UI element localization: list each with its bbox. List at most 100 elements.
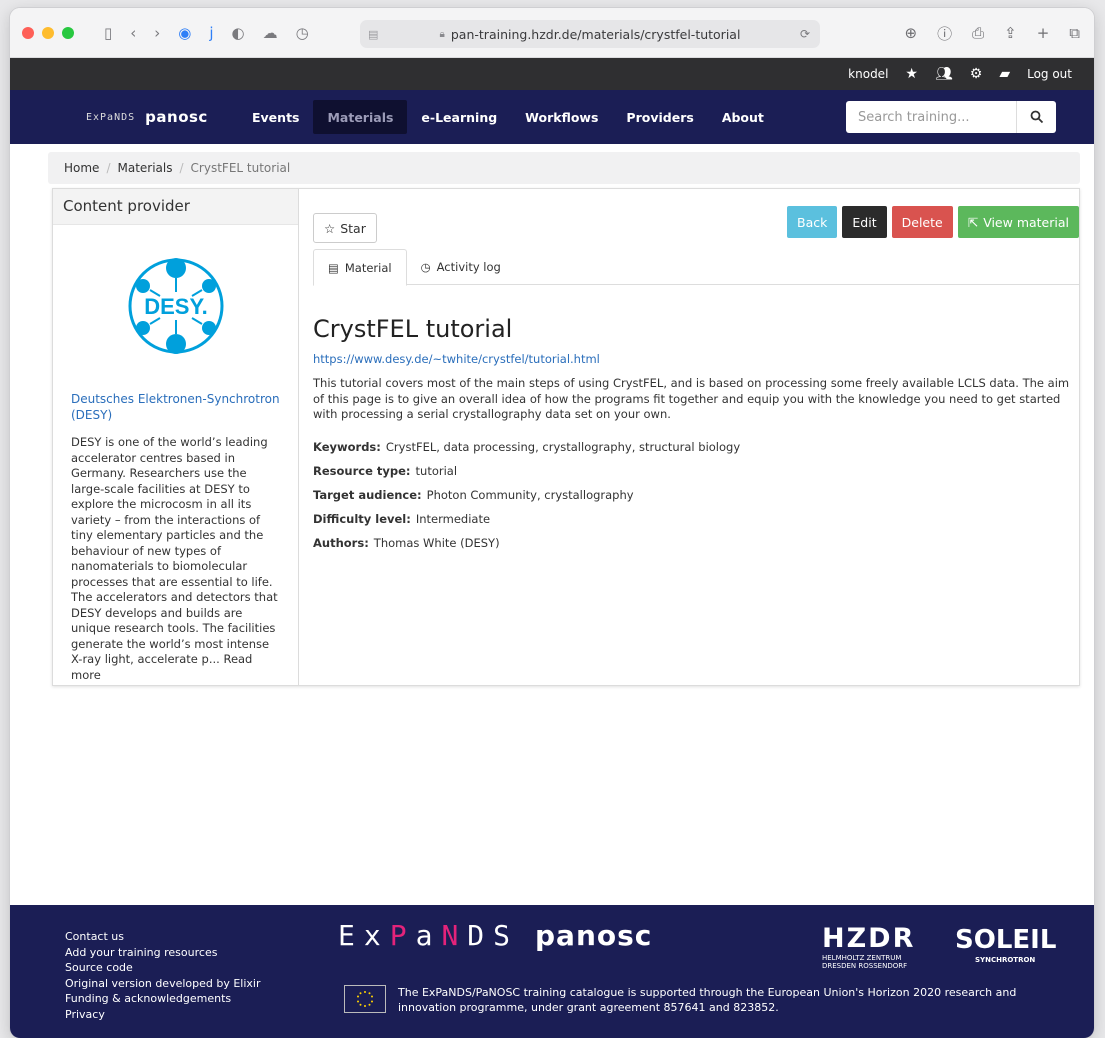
- briefcase-icon[interactable]: ▰: [999, 66, 1010, 82]
- field-label: Resource type:: [313, 464, 411, 478]
- main-navbar: ExPaNDS panosc Events Materials e-Learni…: [10, 90, 1094, 144]
- hzdr-logo-sub1: HELMHOLTZ ZENTRUM: [822, 954, 902, 962]
- info-icon[interactable]: ⓘ: [937, 23, 952, 44]
- field-label: Target audience:: [313, 488, 422, 502]
- nav-item-materials[interactable]: Materials: [313, 100, 408, 134]
- nav-item-providers[interactable]: Providers: [612, 100, 707, 134]
- soleil-logo-text: SOLEIL: [955, 925, 1057, 955]
- delete-button[interactable]: Delete: [891, 206, 953, 238]
- breadcrumb-separator: /: [179, 161, 184, 175]
- gear-icon[interactable]: ⚙: [970, 66, 983, 82]
- star-icon[interactable]: ★: [905, 66, 918, 82]
- history-clock-icon[interactable]: ◷: [296, 24, 309, 42]
- desy-logo-text: DESY.: [144, 294, 208, 319]
- page-menu-icon[interactable]: ▤: [368, 28, 378, 41]
- new-tab-icon[interactable]: +: [1037, 24, 1050, 42]
- eu-flag-icon: [344, 985, 386, 1013]
- tab-overview-icon[interactable]: ⧉: [1069, 24, 1080, 42]
- back-arrow-icon[interactable]: ‹: [130, 24, 136, 42]
- breadcrumb-materials[interactable]: Materials: [117, 161, 172, 175]
- share-icon[interactable]: ⇪: [1004, 24, 1017, 42]
- site-logo[interactable]: ExPaNDS panosc: [86, 102, 216, 132]
- site-footer: Contact us Add your training resources S…: [10, 905, 1094, 1038]
- tab-material[interactable]: ▤ Material: [313, 249, 407, 286]
- provider-name-link[interactable]: Deutsches Elektronen-Synchrotron (DESY): [53, 391, 298, 423]
- field-target-audience: Target audience: Photon Community, cryst…: [313, 483, 740, 507]
- edit-button[interactable]: Edit: [842, 206, 887, 238]
- lock-icon: 🔒︎: [439, 28, 445, 40]
- window-controls: [22, 26, 74, 39]
- footer-link-source-code[interactable]: Source code: [65, 960, 261, 976]
- download-icon[interactable]: ⊕: [905, 24, 918, 42]
- star-button[interactable]: ☆ Star: [313, 213, 377, 243]
- footer-link-add-resources[interactable]: Add your training resources: [65, 945, 261, 961]
- panosc-logo-mini: panosc: [145, 108, 208, 126]
- back-button[interactable]: Back: [787, 206, 838, 238]
- tab-activity-log[interactable]: ◷ Activity log: [407, 249, 515, 284]
- view-material-label: View material: [983, 214, 1069, 230]
- print-icon[interactable]: ⎙: [972, 24, 984, 42]
- breadcrumb-home[interactable]: Home: [64, 161, 99, 175]
- address-text: pan-training.hzdr.de/materials/crystfel-…: [450, 26, 741, 42]
- field-label: Authors:: [313, 536, 369, 550]
- logout-link[interactable]: Log out: [1027, 67, 1072, 81]
- forward-arrow-icon[interactable]: ›: [154, 24, 160, 42]
- panosc-logo[interactable]: panosc: [535, 919, 652, 952]
- field-keywords: Keywords: CrystFEL, data processing, cry…: [313, 435, 740, 459]
- users-icon[interactable]: 👥︎: [935, 66, 953, 82]
- close-window-button[interactable]: [22, 26, 34, 39]
- browser-nav-icons: ▯ ‹ › ◉ j ◐ ☁ ◷: [104, 24, 309, 42]
- nav-item-about[interactable]: About: [708, 100, 778, 134]
- field-value: tutorial: [415, 464, 458, 478]
- zoom-window-button[interactable]: [62, 26, 74, 39]
- extension-shield-icon[interactable]: ◐: [232, 24, 245, 42]
- extension-1password-icon[interactable]: ◉: [178, 24, 191, 42]
- tab-material-label: Material: [344, 260, 392, 275]
- nav-item-workflows[interactable]: Workflows: [511, 100, 612, 134]
- footer-link-privacy[interactable]: Privacy: [65, 1007, 261, 1023]
- field-label: Keywords:: [313, 440, 381, 454]
- search-input[interactable]: [846, 101, 1016, 133]
- field-value: Photon Community, crystallography: [426, 488, 634, 502]
- minimize-window-button[interactable]: [42, 26, 54, 39]
- search-form: [846, 101, 1056, 133]
- desy-logo[interactable]: DESY.: [53, 243, 298, 369]
- breadcrumb-separator: /: [106, 161, 111, 175]
- field-resource-type: Resource type: tutorial: [313, 459, 740, 483]
- user-bar: knodel ★ 👥︎ ⚙ ▰ Log out: [10, 58, 1094, 90]
- material-fields: Keywords: CrystFEL, data processing, cry…: [313, 435, 740, 555]
- book-icon: ▤: [328, 260, 339, 275]
- footer-link-funding[interactable]: Funding & acknowledgements: [65, 991, 261, 1007]
- footer-link-elixir[interactable]: Original version developed by Elixir: [65, 976, 261, 992]
- tab-activity-label: Activity log: [436, 259, 501, 274]
- browser-window: ▯ ‹ › ◉ j ◐ ☁ ◷ ▤ 🔒︎ pan-training.hzdr.d…: [10, 8, 1094, 1038]
- hzdr-logo[interactable]: HZDR HELMHOLTZ ZENTRUM DRESDEN ROSSENDOR…: [822, 923, 915, 970]
- footer-link-contact[interactable]: Contact us: [65, 929, 261, 945]
- material-content: ☆ Star Back Edit Delete ⇱ View material …: [299, 189, 1079, 685]
- view-material-button[interactable]: ⇱ View material: [957, 206, 1079, 238]
- action-buttons: Back Edit Delete ⇱ View material: [787, 206, 1079, 238]
- sidebar-heading: Content provider: [53, 189, 298, 225]
- soleil-logo[interactable]: SOLEIL SYNCHROTRON: [955, 925, 1057, 964]
- field-difficulty: Difficulty level: Intermediate: [313, 507, 740, 531]
- field-authors: Authors: Thomas White (DESY): [313, 531, 740, 555]
- expands-logo[interactable]: ExPaNDS: [338, 919, 519, 952]
- username-link[interactable]: knodel: [848, 67, 888, 81]
- material-url-link[interactable]: https://www.desy.de/~twhite/crystfel/tut…: [313, 352, 600, 366]
- breadcrumb: Home / Materials / CrystFEL tutorial: [48, 152, 1080, 184]
- search-button[interactable]: [1016, 101, 1056, 133]
- breadcrumb-current: CrystFEL tutorial: [190, 161, 291, 175]
- provider-description: DESY is one of the world’s leading accel…: [71, 435, 278, 682]
- cloud-icon[interactable]: ☁: [263, 24, 278, 42]
- translate-reload-icon[interactable]: ⟳: [800, 27, 810, 41]
- extension-j-icon[interactable]: j: [209, 24, 213, 42]
- field-value: Thomas White (DESY): [373, 536, 500, 550]
- hzdr-logo-text: HZDR: [822, 923, 916, 954]
- nav-item-events[interactable]: Events: [238, 100, 313, 134]
- browser-toolbar: ▯ ‹ › ◉ j ◐ ☁ ◷ ▤ 🔒︎ pan-training.hzdr.d…: [10, 8, 1094, 58]
- sidebar-toggle-icon[interactable]: ▯: [104, 24, 112, 42]
- expands-logo-mini: ExPaNDS: [86, 111, 136, 123]
- nav-item-elearning[interactable]: e-Learning: [407, 100, 511, 134]
- material-panel: Content provider DESY. Deutsches Elektro…: [52, 188, 1080, 686]
- address-bar[interactable]: ▤ 🔒︎ pan-training.hzdr.de/materials/crys…: [360, 20, 820, 48]
